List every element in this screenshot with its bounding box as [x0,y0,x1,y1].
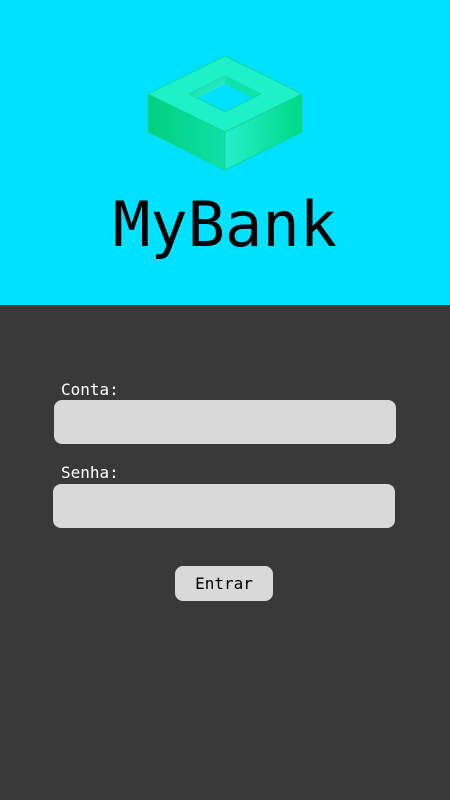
password-input[interactable] [53,484,395,528]
account-label: Conta: [61,380,119,399]
password-label: Senha: [61,463,119,482]
app-title: MyBank [113,188,337,261]
account-input[interactable] [54,400,396,444]
login-button[interactable]: Entrar [175,566,273,601]
header-banner: MyBank [0,0,450,305]
bank-logo-icon [146,55,304,171]
